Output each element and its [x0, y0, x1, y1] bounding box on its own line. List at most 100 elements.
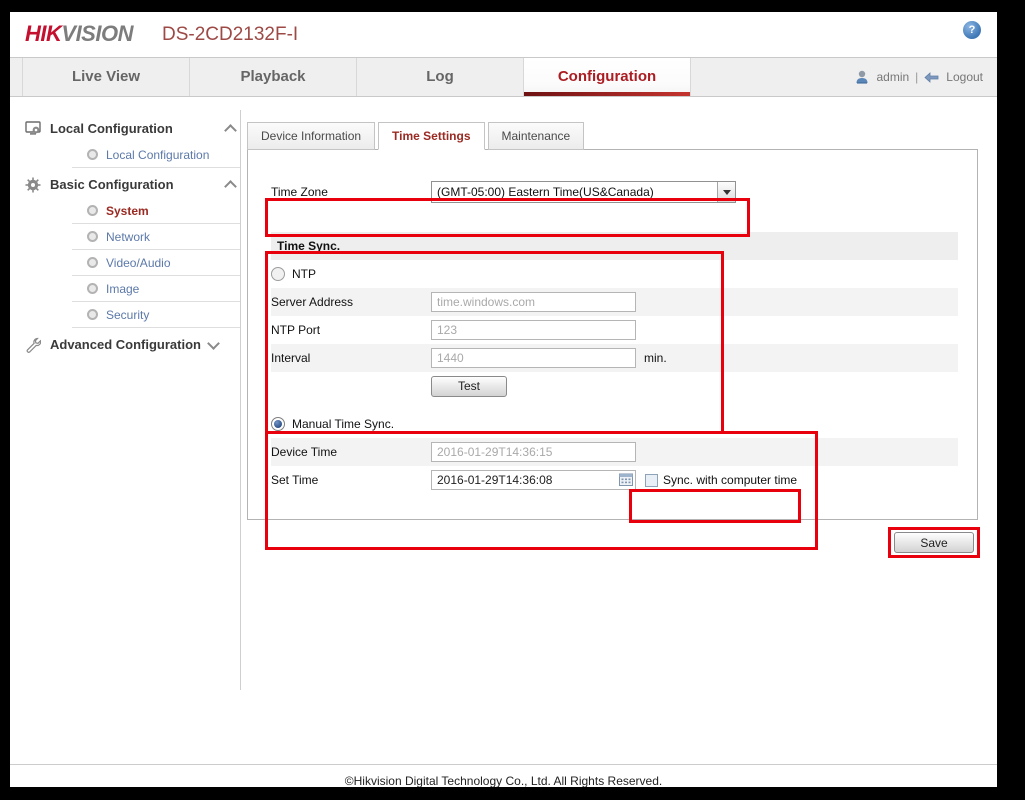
monitor-gear-icon — [25, 121, 42, 136]
sidebar: Local Configuration Local Configuration … — [25, 112, 241, 358]
content-area: Device Information Time Settings Mainten… — [247, 122, 978, 520]
sidebar-group-label: Local Configuration — [50, 121, 173, 136]
annotation-box-sync-checkbox — [629, 489, 801, 523]
set-time-label: Set Time — [271, 473, 431, 487]
sidebar-item-local-configuration[interactable]: Local Configuration — [25, 142, 241, 167]
ntp-port-row: NTP Port — [271, 316, 958, 344]
logout-icon — [924, 69, 940, 85]
timezone-select[interactable]: (GMT-05:00) Eastern Time(US&Canada) — [431, 181, 736, 203]
nav-tab-live-view[interactable]: Live View — [22, 58, 190, 96]
timezone-selected-value: (GMT-05:00) Eastern Time(US&Canada) — [432, 185, 717, 199]
chevron-down-icon — [723, 190, 731, 195]
tab-time-settings[interactable]: Time Settings — [378, 122, 484, 150]
test-row: Test — [271, 372, 958, 400]
manual-time-sync-radio[interactable] — [271, 417, 285, 431]
app-window: HIKVISION DS-2CD2132F-I ? Live View Play… — [10, 12, 997, 787]
device-time-input[interactable] — [431, 442, 636, 462]
bullet-icon — [87, 257, 98, 268]
sync-computer-time-label: Sync. with computer time — [663, 473, 797, 487]
sync-computer-time-checkbox[interactable] — [645, 474, 658, 487]
manual-time-sync-label: Manual Time Sync. — [292, 417, 394, 431]
set-time-row: Set Time Sync. with computer time — [271, 466, 958, 494]
sidebar-group-basic-configuration[interactable]: Basic Configuration — [25, 171, 241, 198]
logo-vision: VISION — [61, 21, 133, 46]
server-address-label: Server Address — [271, 295, 431, 309]
interval-unit: min. — [644, 351, 667, 365]
device-time-label: Device Time — [271, 445, 431, 459]
sidebar-group-label: Advanced Configuration — [50, 337, 201, 352]
annotation-box-save: Save — [888, 527, 980, 558]
time-sync-section: Time Sync. NTP Server Address NTP Port I… — [271, 232, 958, 400]
bullet-icon — [87, 283, 98, 294]
device-model-title: DS-2CD2132F-I — [162, 24, 298, 46]
copyright-text: ©Hikvision Digital Technology Co., Ltd. … — [345, 774, 662, 787]
sidebar-item-system[interactable]: System — [25, 198, 241, 223]
user-area: admin | Logout — [854, 58, 983, 96]
sidebar-item-image[interactable]: Image — [25, 276, 241, 301]
interval-input[interactable] — [431, 348, 636, 368]
timezone-row: Time Zone (GMT-05:00) Eastern Time(US&Ca… — [271, 180, 736, 204]
gear-icon — [25, 177, 42, 192]
sidebar-item-label: Local Configuration — [106, 148, 209, 162]
sidebar-content-divider — [240, 110, 241, 690]
manual-time-sync-section: Manual Time Sync. Device Time Set Time — [271, 410, 958, 494]
nav-tab-playback[interactable]: Playback — [190, 58, 357, 96]
nav-tab-configuration[interactable]: Configuration — [524, 58, 691, 96]
server-address-row: Server Address — [271, 288, 958, 316]
logo-hik: HIK — [25, 21, 61, 46]
calendar-icon[interactable] — [619, 473, 633, 486]
sidebar-item-label: Video/Audio — [106, 256, 171, 270]
main-navbar: Live View Playback Log Configuration adm… — [10, 57, 997, 97]
sidebar-divider — [72, 167, 241, 168]
timezone-label: Time Zone — [271, 185, 431, 199]
sidebar-item-video-audio[interactable]: Video/Audio — [25, 250, 241, 275]
ntp-radio[interactable] — [271, 267, 285, 281]
time-sync-title: Time Sync. — [277, 239, 340, 253]
sidebar-item-label: Security — [106, 308, 149, 322]
tab-device-information[interactable]: Device Information — [247, 122, 375, 150]
footer: ©Hikvision Digital Technology Co., Ltd. … — [10, 764, 997, 787]
user-icon — [854, 69, 870, 85]
sidebar-group-advanced-configuration[interactable]: Advanced Configuration — [25, 331, 241, 358]
logout-link[interactable]: Logout — [946, 70, 983, 84]
sidebar-item-label: Image — [106, 282, 139, 296]
bullet-icon — [87, 149, 98, 160]
chevron-down-icon — [207, 337, 220, 350]
sidebar-group-local-configuration[interactable]: Local Configuration — [25, 115, 241, 142]
interval-row: Interval min. — [271, 344, 958, 372]
save-button[interactable]: Save — [894, 532, 974, 553]
sidebar-group-label: Basic Configuration — [50, 177, 174, 192]
hikvision-logo: HIKVISION — [25, 21, 133, 47]
bullet-icon — [87, 205, 98, 216]
nav-tab-log[interactable]: Log — [357, 58, 524, 96]
header: HIKVISION DS-2CD2132F-I ? — [10, 12, 997, 57]
timezone-dropdown-button[interactable] — [717, 182, 735, 202]
server-address-input[interactable] — [431, 292, 636, 312]
sidebar-item-label: Network — [106, 230, 150, 244]
manual-time-sync-row: Manual Time Sync. — [271, 410, 958, 438]
time-settings-panel: Time Zone (GMT-05:00) Eastern Time(US&Ca… — [247, 149, 978, 520]
set-time-input[interactable] — [431, 470, 636, 490]
device-time-row: Device Time — [271, 438, 958, 466]
interval-label: Interval — [271, 351, 431, 365]
chevron-up-icon — [224, 124, 237, 137]
bullet-icon — [87, 309, 98, 320]
ntp-label: NTP — [292, 267, 316, 281]
bullet-icon — [87, 231, 98, 242]
tab-maintenance[interactable]: Maintenance — [488, 122, 585, 150]
wrench-icon — [25, 337, 42, 352]
help-icon[interactable]: ? — [963, 21, 981, 39]
ntp-port-input[interactable] — [431, 320, 636, 340]
time-sync-header: Time Sync. — [271, 232, 958, 260]
main-nav-tabs: Live View Playback Log Configuration — [22, 58, 691, 96]
sidebar-divider — [72, 327, 241, 328]
sidebar-item-label: System — [106, 204, 149, 218]
sidebar-item-security[interactable]: Security — [25, 302, 241, 327]
test-button[interactable]: Test — [431, 376, 507, 397]
chevron-up-icon — [224, 180, 237, 193]
ntp-port-label: NTP Port — [271, 323, 431, 337]
settings-tabs: Device Information Time Settings Mainten… — [247, 122, 978, 150]
sidebar-item-network[interactable]: Network — [25, 224, 241, 249]
user-name: admin — [876, 70, 909, 84]
ntp-row: NTP — [271, 260, 958, 288]
